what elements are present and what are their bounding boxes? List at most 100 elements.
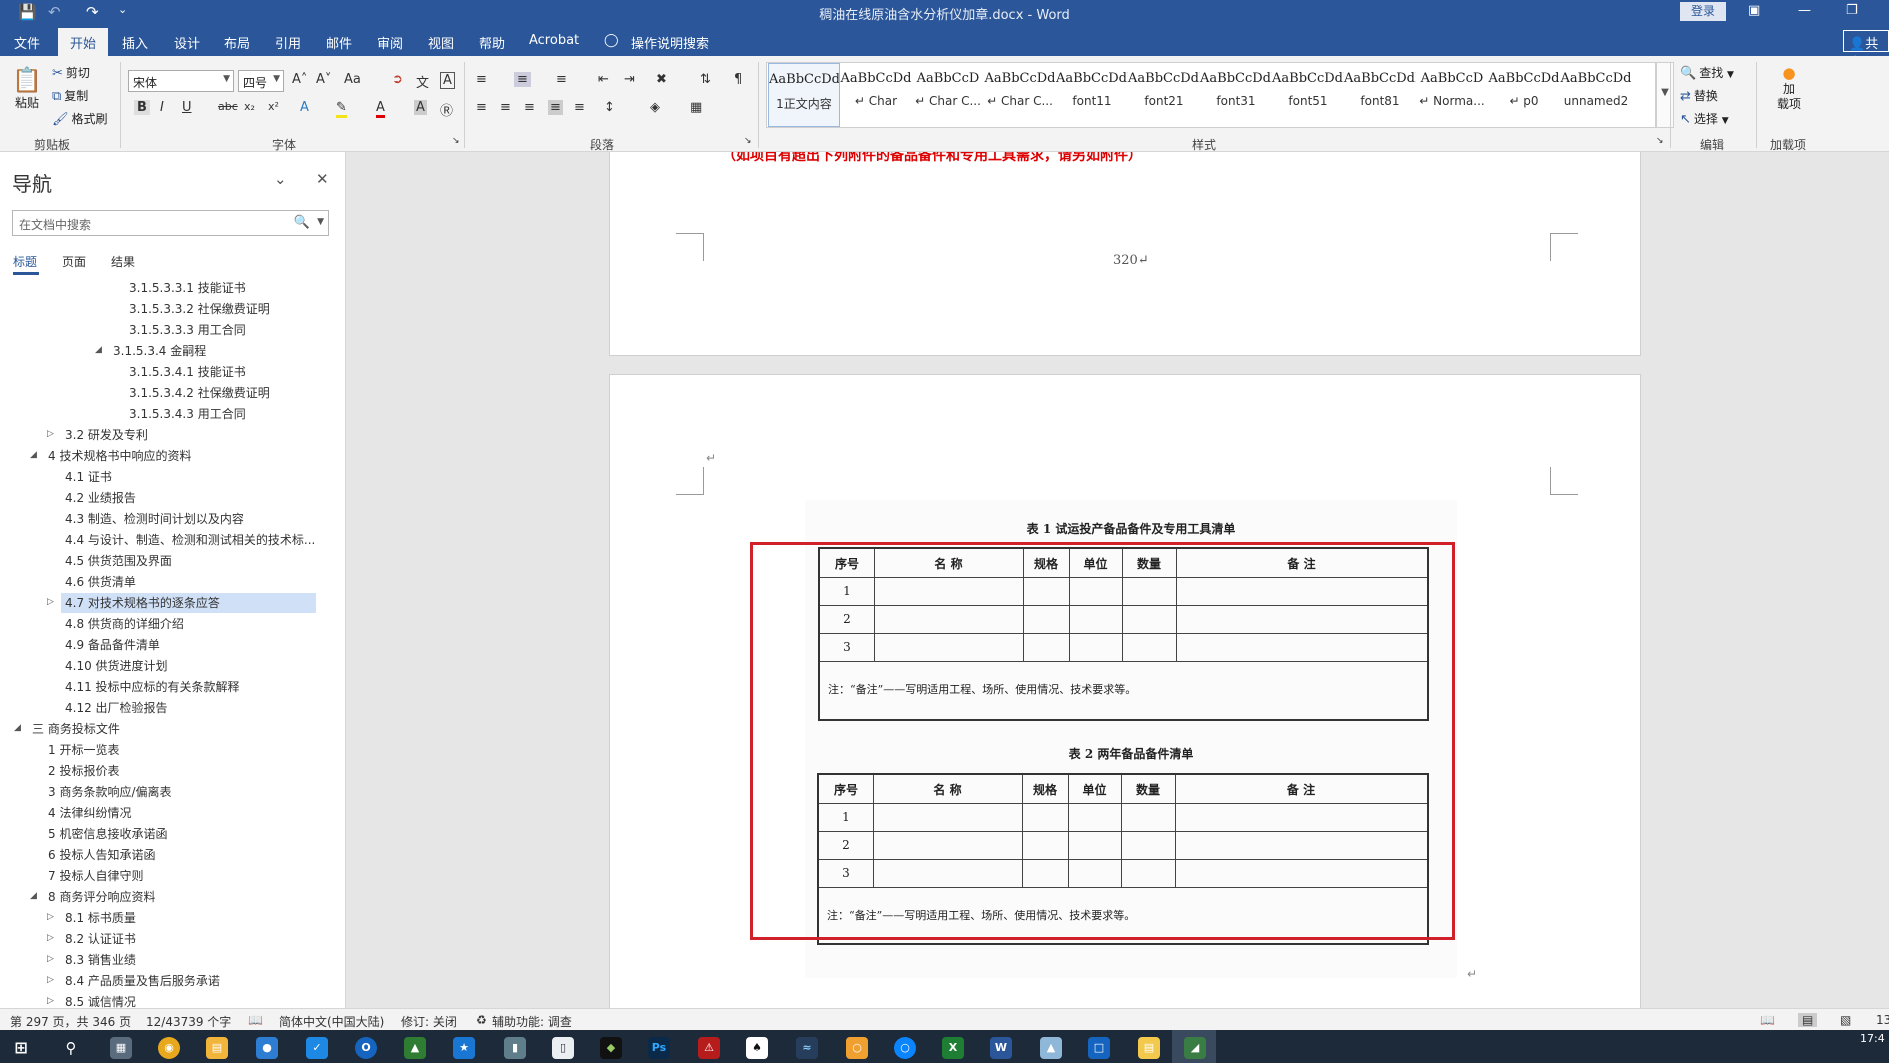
word-icon[interactable]: W <box>990 1037 1012 1059</box>
addins-button[interactable]: ● 加 载项 <box>1766 64 1812 112</box>
phonetic-guide-icon[interactable]: 文 <box>416 72 429 91</box>
tab-file[interactable]: 文件 <box>14 33 40 52</box>
tell-me-search[interactable]: 操作说明搜索 <box>631 33 709 52</box>
nav-heading-item[interactable]: 3.1.5.3.3.2 社保缴费证明 <box>125 299 270 319</box>
nav-tab-pages[interactable]: 页面 <box>62 253 86 270</box>
styles-more-button[interactable]: ▼ <box>1656 62 1674 128</box>
nav-heading-item[interactable]: 3.1.5.3.3.1 技能证书 <box>125 278 246 298</box>
font-dialog-launcher-icon[interactable]: ↘ <box>452 136 460 146</box>
format-painter-button[interactable]: 🖌 格式刷 <box>52 110 108 127</box>
align-right-icon[interactable]: ≡ <box>524 100 535 115</box>
app-icon[interactable]: □ <box>1088 1037 1110 1059</box>
nav-heading-item[interactable]: 3 商务条款响应/偏离表 <box>44 782 172 802</box>
select-button[interactable]: ↖ 选择 ▼ <box>1680 110 1729 127</box>
distributed-icon[interactable]: ≡ <box>574 100 585 115</box>
clear-format-icon[interactable]: ➲ <box>392 72 403 87</box>
zoom-level[interactable]: 13 <box>1876 1013 1889 1027</box>
collapse-triangle-icon[interactable]: ◢ <box>14 723 21 733</box>
nav-heading-item[interactable]: 4.10 供货进度计划 <box>61 656 168 676</box>
enclose-characters-icon[interactable]: Ⓡ <box>440 100 453 119</box>
clock[interactable]: 17:4 <box>1860 1032 1885 1045</box>
expand-triangle-icon[interactable]: ▷ <box>47 933 54 943</box>
nav-heading-item[interactable]: 3.2 研发及专利 <box>61 425 148 445</box>
nav-heading-item[interactable]: 8.4 产品质量及售后服务承诺 <box>61 971 220 991</box>
numbering-icon[interactable]: ≡ <box>514 72 531 87</box>
nav-heading-item[interactable]: 4.11 投标中应标的有关条款解释 <box>61 677 240 697</box>
app-icon[interactable]: ● <box>256 1037 278 1059</box>
nav-heading-item[interactable]: 8.2 认证证书 <box>61 929 136 949</box>
nav-heading-item[interactable]: 4.3 制造、检测时间计划以及内容 <box>61 509 244 529</box>
align-left-icon[interactable]: ≡ <box>476 100 487 115</box>
nav-heading-item[interactable]: 3.1.5.3.4.2 社保缴费证明 <box>125 383 270 403</box>
tab-acrobat[interactable]: Acrobat <box>529 33 579 48</box>
excel-icon[interactable]: X <box>942 1037 964 1059</box>
tab-view[interactable]: 视图 <box>428 33 454 52</box>
nav-heading-item[interactable]: 4 法律纠纷情况 <box>44 803 131 823</box>
character-shading-icon[interactable]: A <box>414 100 427 115</box>
character-border-icon[interactable]: A <box>440 72 455 89</box>
language-status[interactable]: 简体中文(中国大陆) <box>279 1013 384 1030</box>
search-icon[interactable]: 🔍 <box>294 215 310 230</box>
font-size-combo[interactable]: 四号 ▼ <box>238 70 284 92</box>
chevron-down-icon[interactable]: ⌄ <box>274 170 287 188</box>
style-item[interactable]: AaBbCcDdEe font31 <box>1200 63 1272 127</box>
share-button[interactable]: 👤共享 <box>1843 30 1889 71</box>
nav-heading-item[interactable]: 4.9 备品备件清单 <box>61 635 160 655</box>
style-item[interactable]: AaBbCcDdI font11 <box>1056 63 1128 127</box>
app-icon[interactable]: ✓ <box>306 1037 328 1059</box>
nav-heading-item[interactable]: 4.5 供货范围及界面 <box>61 551 172 571</box>
copy-button[interactable]: ⧉ 复制 <box>52 87 88 104</box>
search-icon[interactable]: ⚲ <box>60 1037 82 1059</box>
track-changes-status[interactable]: 修订: 关闭 <box>401 1013 457 1030</box>
find-button[interactable]: 🔍 查找 ▼ <box>1680 64 1734 81</box>
font-color-icon[interactable]: A <box>376 100 385 118</box>
nav-heading-item[interactable]: 7 投标人自律守则 <box>44 866 143 886</box>
show-marks-icon[interactable]: ¶ <box>734 72 742 87</box>
collapse-triangle-icon[interactable]: ◢ <box>30 891 37 901</box>
accessibility-icon[interactable]: ♻ <box>476 1013 487 1027</box>
acrobat-icon[interactable]: ⚠ <box>698 1037 720 1059</box>
styles-dialog-launcher-icon[interactable]: ↘ <box>1656 136 1664 146</box>
replace-button[interactable]: ⇄ 替换 <box>1680 87 1718 104</box>
expand-triangle-icon[interactable]: ▷ <box>47 597 54 607</box>
shading-icon[interactable]: ◈ <box>650 100 660 115</box>
file-explorer-icon[interactable]: ▤ <box>206 1037 228 1059</box>
grow-font-icon[interactable]: A˄ <box>292 72 307 87</box>
paragraph-dialog-launcher-icon[interactable]: ↘ <box>744 136 752 146</box>
expand-triangle-icon[interactable]: ▷ <box>47 912 54 922</box>
style-item[interactable]: AaBbCcDdE font21 <box>1128 63 1200 127</box>
bullets-icon[interactable]: ≡ <box>476 72 487 87</box>
app-icon[interactable]: ▲ <box>1040 1037 1062 1059</box>
tab-review[interactable]: 审阅 <box>377 33 403 52</box>
restore-icon[interactable]: ❐ <box>1846 3 1858 18</box>
chevron-down-icon[interactable]: ▼ <box>317 217 324 227</box>
expand-triangle-icon[interactable]: ▷ <box>47 975 54 985</box>
chinese-layout-icon[interactable]: ✖ <box>656 72 667 87</box>
text-effects-icon[interactable]: A <box>300 100 309 115</box>
paste-button[interactable]: 📋 粘贴 <box>12 66 42 111</box>
nav-tab-results[interactable]: 结果 <box>111 253 135 270</box>
style-item[interactable]: AaBbCcDdEe font81 <box>1344 63 1416 127</box>
tab-insert[interactable]: 插入 <box>122 33 148 52</box>
style-item[interactable]: AaBbCcDd ↵ p0 <box>1488 63 1560 127</box>
decrease-indent-icon[interactable]: ⇤ <box>598 72 609 87</box>
app-icon[interactable]: ◢ <box>1184 1037 1206 1059</box>
app-icon[interactable]: O <box>355 1037 377 1059</box>
nav-heading-item[interactable]: 4.1 证书 <box>61 467 112 487</box>
notepad-icon[interactable]: ▯ <box>552 1037 574 1059</box>
expand-triangle-icon[interactable]: ▷ <box>47 429 54 439</box>
nav-heading-item[interactable]: 2 投标报价表 <box>44 761 119 781</box>
highlight-icon[interactable]: ✎ <box>336 100 347 118</box>
read-mode-icon[interactable]: 📖 <box>1760 1013 1775 1027</box>
tab-help[interactable]: 帮助 <box>479 33 505 52</box>
web-layout-icon[interactable]: ▧ <box>1840 1013 1851 1027</box>
style-item[interactable]: AaBbCcDdEe font51 <box>1272 63 1344 127</box>
tab-design[interactable]: 设计 <box>174 33 200 52</box>
app-icon[interactable]: ○ <box>894 1037 916 1059</box>
sort-icon[interactable]: ⇅ <box>700 72 711 87</box>
underline-icon[interactable]: U <box>182 100 192 115</box>
nav-heading-item[interactable]: 4.7 对技术规格书的逐条应答 <box>61 593 316 613</box>
tab-layout[interactable]: 布局 <box>224 33 250 52</box>
proofing-icon[interactable]: 📖 <box>248 1013 263 1027</box>
accessibility-status[interactable]: 辅助功能: 调查 <box>492 1013 572 1030</box>
